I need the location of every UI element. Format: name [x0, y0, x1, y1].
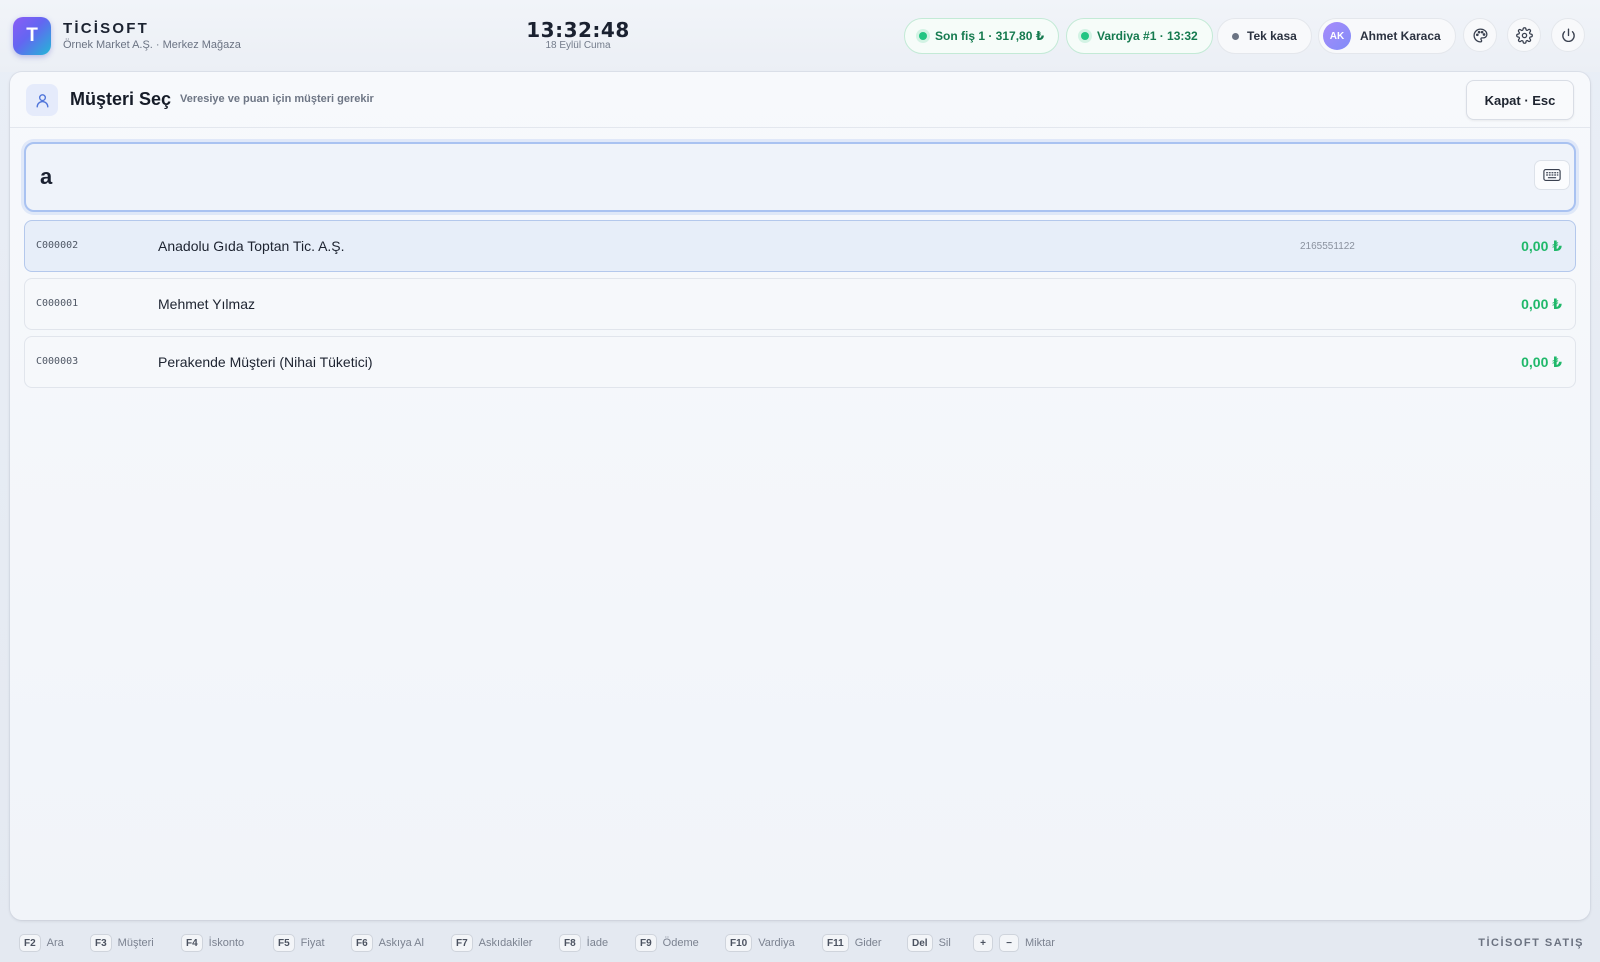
customer-select-dialog: Müşteri Seç Veresiye ve puan için müşter… [10, 72, 1590, 920]
shortcut-key: + [973, 934, 993, 952]
shortcut-hint[interactable]: F9 Ödeme [635, 934, 699, 952]
power-icon [1561, 27, 1575, 42]
last-receipt-badge[interactable]: Son fiş 1 · 317,80 ₺ [904, 18, 1060, 54]
customer-row[interactable]: C000003 Perakende Müşteri (Nihai Tüketici… [24, 336, 1576, 388]
status-dot-icon [1081, 32, 1089, 40]
avatar: AK [1323, 22, 1351, 50]
shortcut-key: F10 [725, 934, 753, 952]
shortcut-key: − [999, 934, 1019, 952]
customer-row[interactable]: C000002 Anadolu Gıda Toptan Tic. A.Ş. 2165… [24, 220, 1576, 272]
register-dot-icon [1232, 32, 1239, 40]
keyboard-icon [1543, 169, 1561, 181]
register-label: Tek kasa [1247, 29, 1297, 43]
user-menu[interactable]: AK Ahmet Karaca [1318, 18, 1456, 54]
shortcut-hint[interactable]: F7 Askıdakiler [451, 934, 532, 952]
register-badge[interactable]: Tek kasa [1217, 18, 1312, 54]
shortcut-key: F9 [635, 934, 657, 952]
customer-code: C000002 [36, 240, 79, 251]
customer-code: C000003 [36, 356, 79, 367]
shortcut-hint[interactable]: F4 İskonto [181, 934, 244, 952]
settings-button[interactable] [1507, 18, 1541, 52]
shortcut-key: F6 [351, 934, 373, 952]
shortcut-label: Ara [46, 937, 64, 949]
shortcut-hint[interactable]: F3 Müşteri [90, 934, 154, 952]
user-icon [26, 84, 58, 116]
shift-badge[interactable]: Vardiya #1 · 13:32 [1066, 18, 1213, 54]
close-button[interactable]: Kapat · Esc [1466, 80, 1574, 120]
customer-name: Perakende Müşteri (Nihai Tüketici) [158, 354, 373, 370]
shortcut-hint[interactable]: + [973, 934, 999, 952]
shortcut-label: Gider [854, 937, 882, 949]
customer-balance: 0,00 ₺ [1521, 354, 1562, 370]
shortcut-label: Fiyat [300, 937, 325, 949]
customer-balance: 0,00 ₺ [1521, 238, 1562, 254]
customer-name: Mehmet Yılmaz [158, 296, 255, 312]
shortcut-key: F5 [273, 934, 295, 952]
footer-brand: TİCİSOFT SATIŞ [1478, 937, 1584, 949]
shortcut-label: Sil [938, 937, 951, 949]
theme-button[interactable] [1463, 18, 1497, 52]
shortcut-hint[interactable]: F5 Fiyat [273, 934, 325, 952]
shortcut-key: F3 [90, 934, 112, 952]
virtual-keyboard-button[interactable] [1534, 160, 1570, 190]
power-button[interactable] [1551, 18, 1585, 52]
shortcut-hint[interactable]: F10 Vardiya [725, 934, 795, 952]
customer-phone: 2165551122 [1300, 241, 1355, 252]
date-label: 18 Eylül Cuma [545, 40, 611, 51]
shortcut-key: F7 [451, 934, 473, 952]
shortcut-label: Ödeme [662, 937, 699, 949]
shortcut-label: Askıdakiler [478, 937, 533, 949]
customer-row[interactable]: C000001 Mehmet Yılmaz 0,00 ₺ [24, 278, 1576, 330]
shortcut-hint[interactable]: Del Sil [907, 934, 951, 952]
top-bar: T TİCİSOFT Örnek Market A.Ş. · Merkez Ma… [0, 0, 1600, 72]
customer-name: Anadolu Gıda Toptan Tic. A.Ş. [158, 238, 345, 254]
shift-label: Vardiya #1 · 13:32 [1097, 29, 1198, 43]
user-name: Ahmet Karaca [1360, 29, 1441, 43]
search-value: a [40, 164, 53, 189]
shortcut-label: Vardiya [758, 937, 795, 949]
shortcut-key: F2 [19, 934, 41, 952]
customer-search-input[interactable]: a [24, 142, 1576, 212]
app-logo: T [13, 17, 51, 55]
shortcut-key: F11 [822, 934, 849, 952]
customer-code: C000001 [36, 298, 79, 309]
status-dot-icon [919, 32, 927, 40]
shortcut-hint[interactable]: F2 Ara [19, 934, 64, 952]
shortcut-key: Del [907, 934, 933, 952]
dialog-title: Müşteri Seç [70, 89, 172, 109]
shortcut-bar: F2 Ara F3 Müşteri F4 İskonto F5 Fiyat F6 Askıya A… [0, 928, 1600, 962]
shortcut-label: İskonto [208, 937, 245, 949]
shortcut-hint[interactable]: F8 İade [559, 934, 608, 952]
shortcut-hint[interactable]: F6 Askıya Al [351, 934, 424, 952]
customer-balance: 0,00 ₺ [1521, 296, 1562, 312]
brand-name: TİCİSOFT [63, 20, 149, 37]
company-store-label: Örnek Market A.Ş. · Merkez Mağaza [63, 39, 241, 51]
dialog-subtitle: Veresiye ve puan için müşteri gerekir [180, 93, 374, 105]
shortcut-label: Müşteri [117, 937, 154, 949]
shortcut-key: F4 [181, 934, 203, 952]
dialog-header: Müşteri Seç Veresiye ve puan için müşter… [10, 72, 1590, 128]
shortcut-label: Miktar [1025, 937, 1055, 949]
gear-icon [1515, 26, 1533, 44]
shortcut-hint[interactable]: − Miktar [999, 934, 1055, 952]
shortcut-label: Askıya Al [378, 937, 424, 949]
last-receipt-label: Son fiş 1 · 317,80 ₺ [935, 29, 1045, 43]
shortcut-key: F8 [559, 934, 581, 952]
palette-icon [1472, 27, 1488, 43]
shortcut-label: İade [586, 937, 609, 949]
clock: 13:32:48 [526, 18, 630, 42]
shortcut-hint[interactable]: F11 Gider [822, 934, 882, 952]
